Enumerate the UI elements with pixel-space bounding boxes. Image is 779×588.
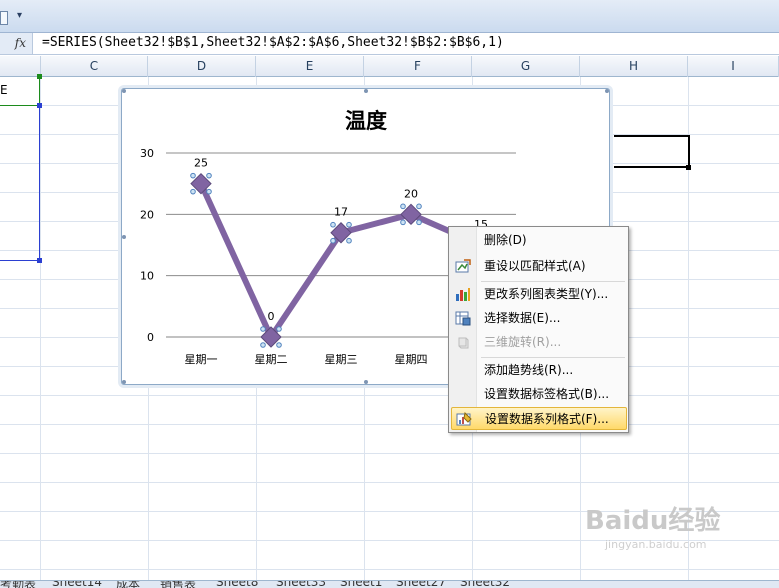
chart-resize-handle: [605, 89, 609, 93]
rotate-3d-icon: [458, 337, 469, 349]
menu-item-delete[interactable]: 删除(D): [451, 229, 627, 252]
range-handle[interactable]: [37, 103, 42, 108]
selection-handle: [260, 326, 266, 332]
watermark-url: jingyan.baidu.com: [605, 538, 707, 551]
y-tick-label: 0: [147, 331, 154, 344]
column-header[interactable]: C: [41, 56, 148, 77]
sheet-tab[interactable]: 考勤表: [0, 581, 36, 588]
selection-handle: [190, 172, 196, 179]
selection-handle: [330, 221, 336, 228]
menu-separator: [481, 281, 625, 282]
sheet-tab-bar: 考勤表 Sheet14 成本 销售表 Sheet8 Sheet33 Sheet1…: [0, 580, 779, 588]
sheet-tab[interactable]: Sheet33: [276, 581, 326, 588]
range-handle[interactable]: [37, 258, 42, 263]
selection-handle: [346, 221, 352, 228]
chart-resize-handle: [364, 380, 368, 384]
x-tick-label: 星期三: [325, 353, 358, 366]
watermark-logo: Baidu经验: [585, 506, 721, 536]
chart-resize-handle: [122, 89, 126, 93]
fill-handle[interactable]: [686, 165, 691, 170]
menu-item-label: 设置数据标签格式(B)...: [484, 387, 610, 401]
chart-resize-handle: [364, 89, 368, 93]
selection-handle: [276, 326, 282, 332]
chart-resize-handle: [122, 235, 126, 239]
sheet-tab[interactable]: 销售表: [160, 581, 196, 588]
menu-item-select-data[interactable]: 选择数据(E)...: [451, 307, 627, 330]
sheet-tab[interactable]: 成本: [116, 581, 140, 588]
y-tick-label: 30: [140, 147, 154, 160]
column-header[interactable]: I: [688, 56, 779, 77]
menu-item-3d-rotation[interactable]: 三维旋转(R)...: [451, 331, 627, 354]
insert-function-icon[interactable]: fx: [0, 33, 33, 54]
data-label: 20: [404, 187, 418, 200]
active-cell[interactable]: [614, 135, 690, 168]
sheet-tab[interactable]: Sheet27: [396, 581, 446, 588]
x-tick-label: 星期四: [395, 353, 428, 366]
customize-qat-icon[interactable]: ▾: [17, 10, 22, 21]
selection-handle: [416, 219, 422, 226]
selection-handle: [276, 342, 282, 348]
column-header-b[interactable]: [0, 56, 41, 77]
formula-input[interactable]: =SERIES(Sheet32!$B$1,Sheet32!$A$2:$A$6,S…: [42, 35, 504, 50]
menu-item-label: 重设以匹配样式(A): [484, 259, 586, 273]
format-series-icon: [456, 412, 472, 426]
chart-title: 温度: [345, 108, 387, 133]
column-header[interactable]: D: [148, 56, 256, 77]
sheet-tab[interactable]: Sheet8: [216, 581, 258, 588]
column-header[interactable]: E: [256, 56, 364, 77]
sheet-icon[interactable]: [0, 11, 8, 25]
selection-handle: [346, 237, 352, 244]
column-header[interactable]: H: [580, 56, 688, 77]
selection-handle: [416, 203, 422, 210]
menu-item-label: 设置数据系列格式(F)...: [485, 412, 609, 426]
data-label: 0: [268, 310, 275, 323]
sheet-tab[interactable]: Sheet32: [460, 581, 510, 588]
selection-handle: [206, 188, 212, 195]
y-tick-label: 10: [140, 270, 154, 283]
column-header[interactable]: G: [472, 56, 580, 77]
selection-handle: [260, 342, 266, 348]
selection-handle: [190, 188, 196, 195]
x-tick-label: 星期二: [255, 353, 288, 366]
range-handle[interactable]: [37, 74, 42, 79]
menu-separator: [481, 357, 625, 358]
series-values-range: [0, 105, 40, 261]
sheet-tab[interactable]: Sheet1: [340, 581, 382, 588]
selection-handle: [400, 219, 406, 226]
chart-type-icon: [456, 288, 470, 301]
menu-item-label: 添加趋势线(R)...: [484, 363, 574, 377]
quick-access-toolbar: ▾: [0, 0, 779, 33]
formula-bar: fx =SERIES(Sheet32!$B$1,Sheet32!$A$2:$A$…: [0, 33, 779, 55]
series-name-range: [0, 77, 40, 106]
context-menu: 删除(D) 重设以匹配样式(A) 更改系列图表类型(Y)... 选择数据(E).…: [448, 226, 629, 433]
column-header[interactable]: F: [364, 56, 472, 77]
menu-item-label: 三维旋转(R)...: [484, 335, 562, 349]
data-label: 17: [334, 206, 348, 219]
menu-item-label: 更改系列图表类型(Y)...: [484, 287, 609, 301]
chart-resize-handle: [122, 380, 126, 384]
select-data-icon: [455, 311, 471, 326]
menu-item-reset-style[interactable]: 重设以匹配样式(A): [451, 255, 627, 278]
data-label: 25: [194, 157, 208, 170]
y-tick-label: 20: [140, 208, 154, 221]
menu-item-add-trendline[interactable]: 添加趋势线(R)...: [451, 359, 627, 382]
selection-handle: [330, 237, 336, 244]
sheet-tab[interactable]: Sheet14: [52, 581, 102, 588]
selection-handle: [206, 172, 212, 179]
selection-handle: [400, 203, 406, 210]
menu-item-format-data-labels[interactable]: 设置数据标签格式(B)...: [451, 383, 627, 406]
menu-item-label: 删除(D): [484, 233, 527, 247]
reset-style-icon: [455, 259, 471, 273]
x-tick-label: 星期一: [185, 353, 218, 366]
column-headers: C D E F G H I: [0, 56, 779, 77]
menu-item-change-chart-type[interactable]: 更改系列图表类型(Y)...: [451, 283, 627, 306]
menu-item-format-data-series[interactable]: 设置数据系列格式(F)...: [451, 407, 627, 430]
menu-item-label: 选择数据(E)...: [484, 311, 561, 325]
